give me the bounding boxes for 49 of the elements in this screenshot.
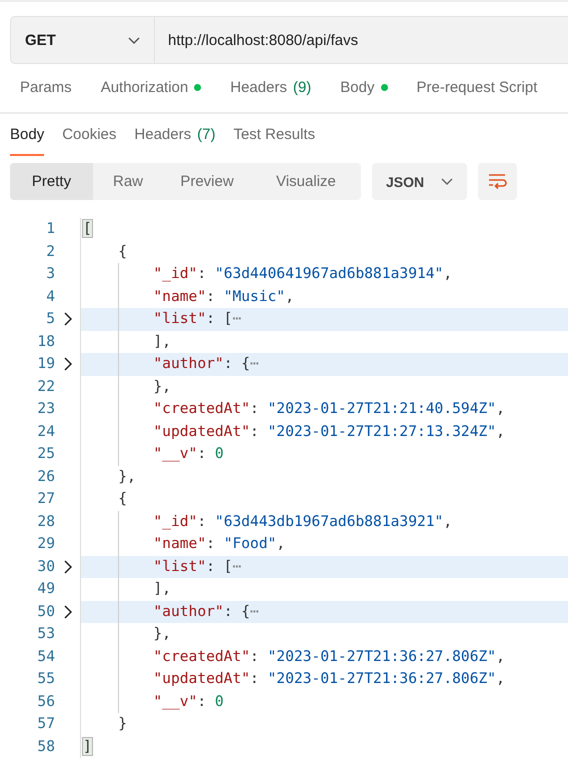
line-number: 55 — [36, 669, 55, 689]
code-line: } — [80, 713, 568, 736]
expand-chevron-icon[interactable] — [64, 560, 72, 574]
line-number: 5 — [45, 309, 55, 329]
tab[interactable]: Body — [340, 64, 388, 112]
line-number: 56 — [36, 692, 55, 712]
line-number: 49 — [36, 579, 55, 599]
line-number: 26 — [36, 466, 55, 486]
format-dropdown[interactable]: JSON — [372, 163, 467, 200]
code-line: [ — [80, 218, 568, 240]
wrap-icon — [488, 173, 507, 190]
line-number: 4 — [45, 286, 55, 306]
tab[interactable]: Test Results — [233, 114, 316, 156]
tab[interactable]: Cookies — [62, 114, 116, 156]
line-number: 57 — [36, 714, 55, 734]
expand-chevron-icon[interactable] — [64, 357, 72, 372]
view-mode-tab[interactable]: Pretty — [10, 163, 93, 200]
line-number: 50 — [36, 602, 55, 622]
tab[interactable]: Pre-request Script — [416, 64, 538, 112]
line-number: 18 — [36, 332, 55, 352]
code-line: ] — [80, 736, 568, 758]
tab[interactable]: Headers (9) — [230, 64, 312, 112]
line-number: 2 — [45, 242, 55, 262]
line-number: 27 — [36, 489, 55, 509]
view-mode-tab[interactable]: Raw — [93, 163, 163, 200]
line-number: 58 — [36, 736, 55, 756]
line-number: 19 — [36, 354, 55, 374]
line-number: 23 — [36, 399, 55, 419]
view-mode-tab[interactable]: Preview — [163, 163, 251, 200]
view-mode-tab[interactable]: Visualize — [251, 163, 361, 200]
tab[interactable]: Params — [20, 64, 72, 112]
line-number: 1 — [45, 219, 55, 239]
expand-chevron-icon[interactable] — [64, 312, 72, 326]
line-number: 22 — [36, 376, 55, 396]
line-number: 54 — [36, 646, 55, 666]
line-number: 53 — [36, 624, 55, 644]
line-number: 3 — [45, 264, 55, 284]
line-number: 25 — [36, 444, 55, 464]
wrap-lines-button[interactable] — [478, 163, 517, 200]
line-number: 28 — [36, 512, 55, 532]
chevron-down-icon — [441, 178, 453, 185]
line-number: 30 — [36, 556, 55, 576]
line-number: 29 — [36, 534, 55, 554]
tab[interactable]: Body — [10, 114, 44, 156]
tab[interactable]: Headers (7) — [134, 114, 216, 156]
code-line: }, — [80, 466, 568, 488]
expand-chevron-icon[interactable] — [64, 604, 72, 619]
line-number: 24 — [36, 422, 55, 442]
tab[interactable]: Authorization — [100, 64, 202, 112]
